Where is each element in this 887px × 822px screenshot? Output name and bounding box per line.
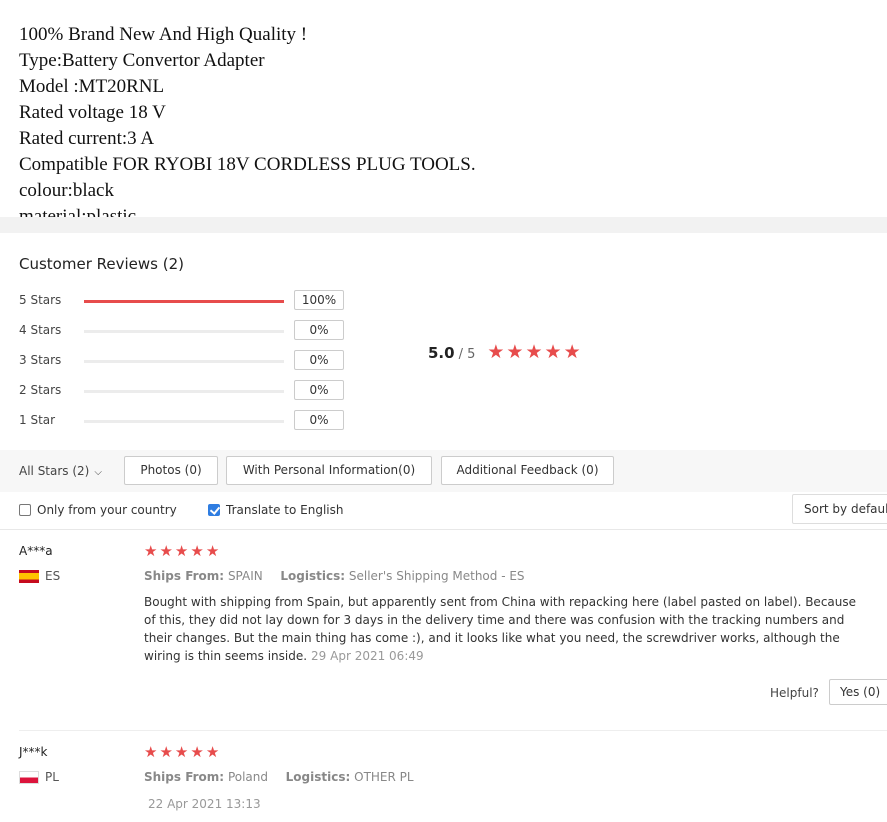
average-stars: ★ ★ ★ ★ ★	[487, 343, 580, 362]
ships-from-value: Poland	[227, 770, 268, 784]
star-icon: ★	[190, 743, 204, 761]
description-line: 100% Brand New And High Quality !	[19, 24, 308, 45]
country-code: ES	[45, 569, 61, 583]
star-icon: ★	[205, 542, 220, 560]
description-line: Rated current:3 A	[19, 128, 155, 149]
additional-feedback-filter-button[interactable]: Additional Feedback (0)	[441, 456, 614, 485]
rating-label: 5 Stars	[19, 293, 62, 307]
rating-bar-fill	[84, 300, 284, 303]
product-description: 100% Brand New And High Quality ! Type:B…	[0, 0, 887, 217]
review-date: 22 Apr 2021 13:13	[148, 797, 261, 811]
helpful-yes-button[interactable]: Yes (0)	[829, 679, 887, 705]
star-icon: ★	[563, 341, 581, 363]
description-line: colour:black	[19, 180, 114, 201]
rating-row-2[interactable]: 2 Stars 0%	[19, 380, 349, 402]
reviews-title: Customer Reviews (2)	[19, 255, 184, 273]
review-text-block: Bought with shipping from Spain, but app…	[144, 593, 864, 665]
rating-row-5[interactable]: 5 Stars 100%	[19, 290, 349, 312]
photos-filter-button[interactable]: Photos (0)	[124, 456, 218, 485]
country-code: PL	[45, 770, 59, 784]
only-country-label: Only from your country	[37, 503, 177, 517]
ships-from-label: Ships From:	[144, 770, 225, 784]
average-out-of: / 5	[458, 347, 476, 362]
customer-reviews-section: Customer Reviews (2) 5 Stars 100% 4 Star…	[0, 233, 887, 822]
star-icon: ★	[190, 542, 204, 560]
rating-percent: 0%	[294, 320, 344, 340]
star-icon: ★	[174, 542, 189, 560]
translate-label: Translate to English	[226, 503, 344, 517]
review-stars: ★ ★ ★ ★ ★	[144, 544, 219, 559]
rating-bar	[84, 360, 284, 363]
review-filter-bar: All Stars (2) ⌵ Photos (0) With Personal …	[0, 450, 887, 492]
only-country-option[interactable]: Only from your country	[19, 503, 177, 517]
rating-row-3[interactable]: 3 Stars 0%	[19, 350, 349, 372]
rating-percent: 0%	[294, 410, 344, 430]
logistics-label: Logistics:	[280, 569, 346, 583]
description-line: Type:Battery Convertor Adapter	[19, 50, 265, 71]
reviewer-country: PL	[19, 770, 59, 784]
rating-bar	[84, 330, 284, 333]
rating-bar	[84, 300, 284, 303]
chevron-down-icon: ⌵	[94, 467, 102, 478]
star-icon: ★	[506, 341, 524, 363]
sort-dropdown[interactable]: Sort by default	[792, 494, 887, 524]
star-icon: ★	[144, 542, 158, 560]
rating-label: 2 Stars	[19, 383, 62, 397]
review-date: 29 Apr 2021 06:49	[311, 649, 424, 663]
rating-bar	[84, 420, 284, 423]
rating-label: 4 Stars	[19, 323, 62, 337]
logistics-value: Seller's Shipping Method - ES	[348, 569, 525, 583]
review-meta: Ships From: Poland Logistics: OTHER PL	[144, 770, 414, 784]
star-icon: ★	[174, 743, 189, 761]
description-line: Compatible FOR RYOBI 18V CORDLESS PLUG T…	[19, 154, 476, 175]
star-icon: ★	[544, 341, 562, 363]
reviewer-name: A***a	[19, 544, 53, 558]
all-stars-label: All Stars (2)	[19, 464, 90, 478]
description-line: Model :MT20RNL	[19, 76, 165, 97]
ships-from-value: SPAIN	[227, 569, 263, 583]
logistics-label: Logistics:	[285, 770, 351, 784]
review-divider	[19, 730, 887, 731]
logistics-value: OTHER PL	[354, 770, 414, 784]
review-meta: Ships From: SPAIN Logistics: Seller's Sh…	[144, 569, 525, 583]
options-divider	[0, 529, 887, 530]
average-rating: 5.0 / 5 ★ ★ ★ ★ ★	[428, 343, 581, 367]
translate-checkbox[interactable]	[208, 504, 220, 516]
section-divider	[0, 217, 887, 233]
description-line: material:plastic	[19, 206, 137, 217]
ships-from-label: Ships From:	[144, 569, 225, 583]
star-icon: ★	[159, 743, 173, 761]
rating-row-4[interactable]: 4 Stars 0%	[19, 320, 349, 342]
translate-option[interactable]: Translate to English	[208, 503, 344, 517]
star-icon: ★	[487, 341, 505, 363]
review-item: A***a ES ★ ★ ★ ★ ★ Ships From: SPAIN Logisti…	[0, 544, 887, 724]
star-icon: ★	[205, 743, 220, 761]
average-score: 5.0	[428, 344, 455, 362]
rating-label: 3 Stars	[19, 353, 62, 367]
helpful-label: Helpful?	[770, 686, 819, 700]
review-stars: ★ ★ ★ ★ ★	[144, 745, 219, 760]
all-stars-dropdown[interactable]: All Stars (2) ⌵	[19, 464, 102, 478]
personal-info-filter-button[interactable]: With Personal Information(0)	[226, 456, 432, 485]
flag-es-icon	[19, 569, 39, 583]
rating-label: 1 Star	[19, 413, 56, 427]
star-icon: ★	[159, 542, 173, 560]
rating-percent: 0%	[294, 350, 344, 370]
review-text-block: 22 Apr 2021 13:13	[144, 795, 864, 813]
star-icon: ★	[525, 341, 543, 363]
rating-bar	[84, 390, 284, 393]
rating-percent: 0%	[294, 380, 344, 400]
reviewer-name: J***k	[19, 745, 48, 759]
star-icon: ★	[144, 743, 158, 761]
description-line: Rated voltage 18 V	[19, 102, 166, 123]
only-country-checkbox[interactable]	[19, 504, 31, 516]
reviewer-country: ES	[19, 569, 60, 583]
review-text: Bought with shipping from Spain, but app…	[144, 595, 857, 663]
rating-percent: 100%	[294, 290, 344, 310]
rating-row-1[interactable]: 1 Star 0%	[19, 410, 349, 432]
flag-pl-icon	[19, 770, 39, 784]
review-item: J***k PL ★ ★ ★ ★ ★ Ships From: Poland Logist…	[0, 745, 887, 822]
